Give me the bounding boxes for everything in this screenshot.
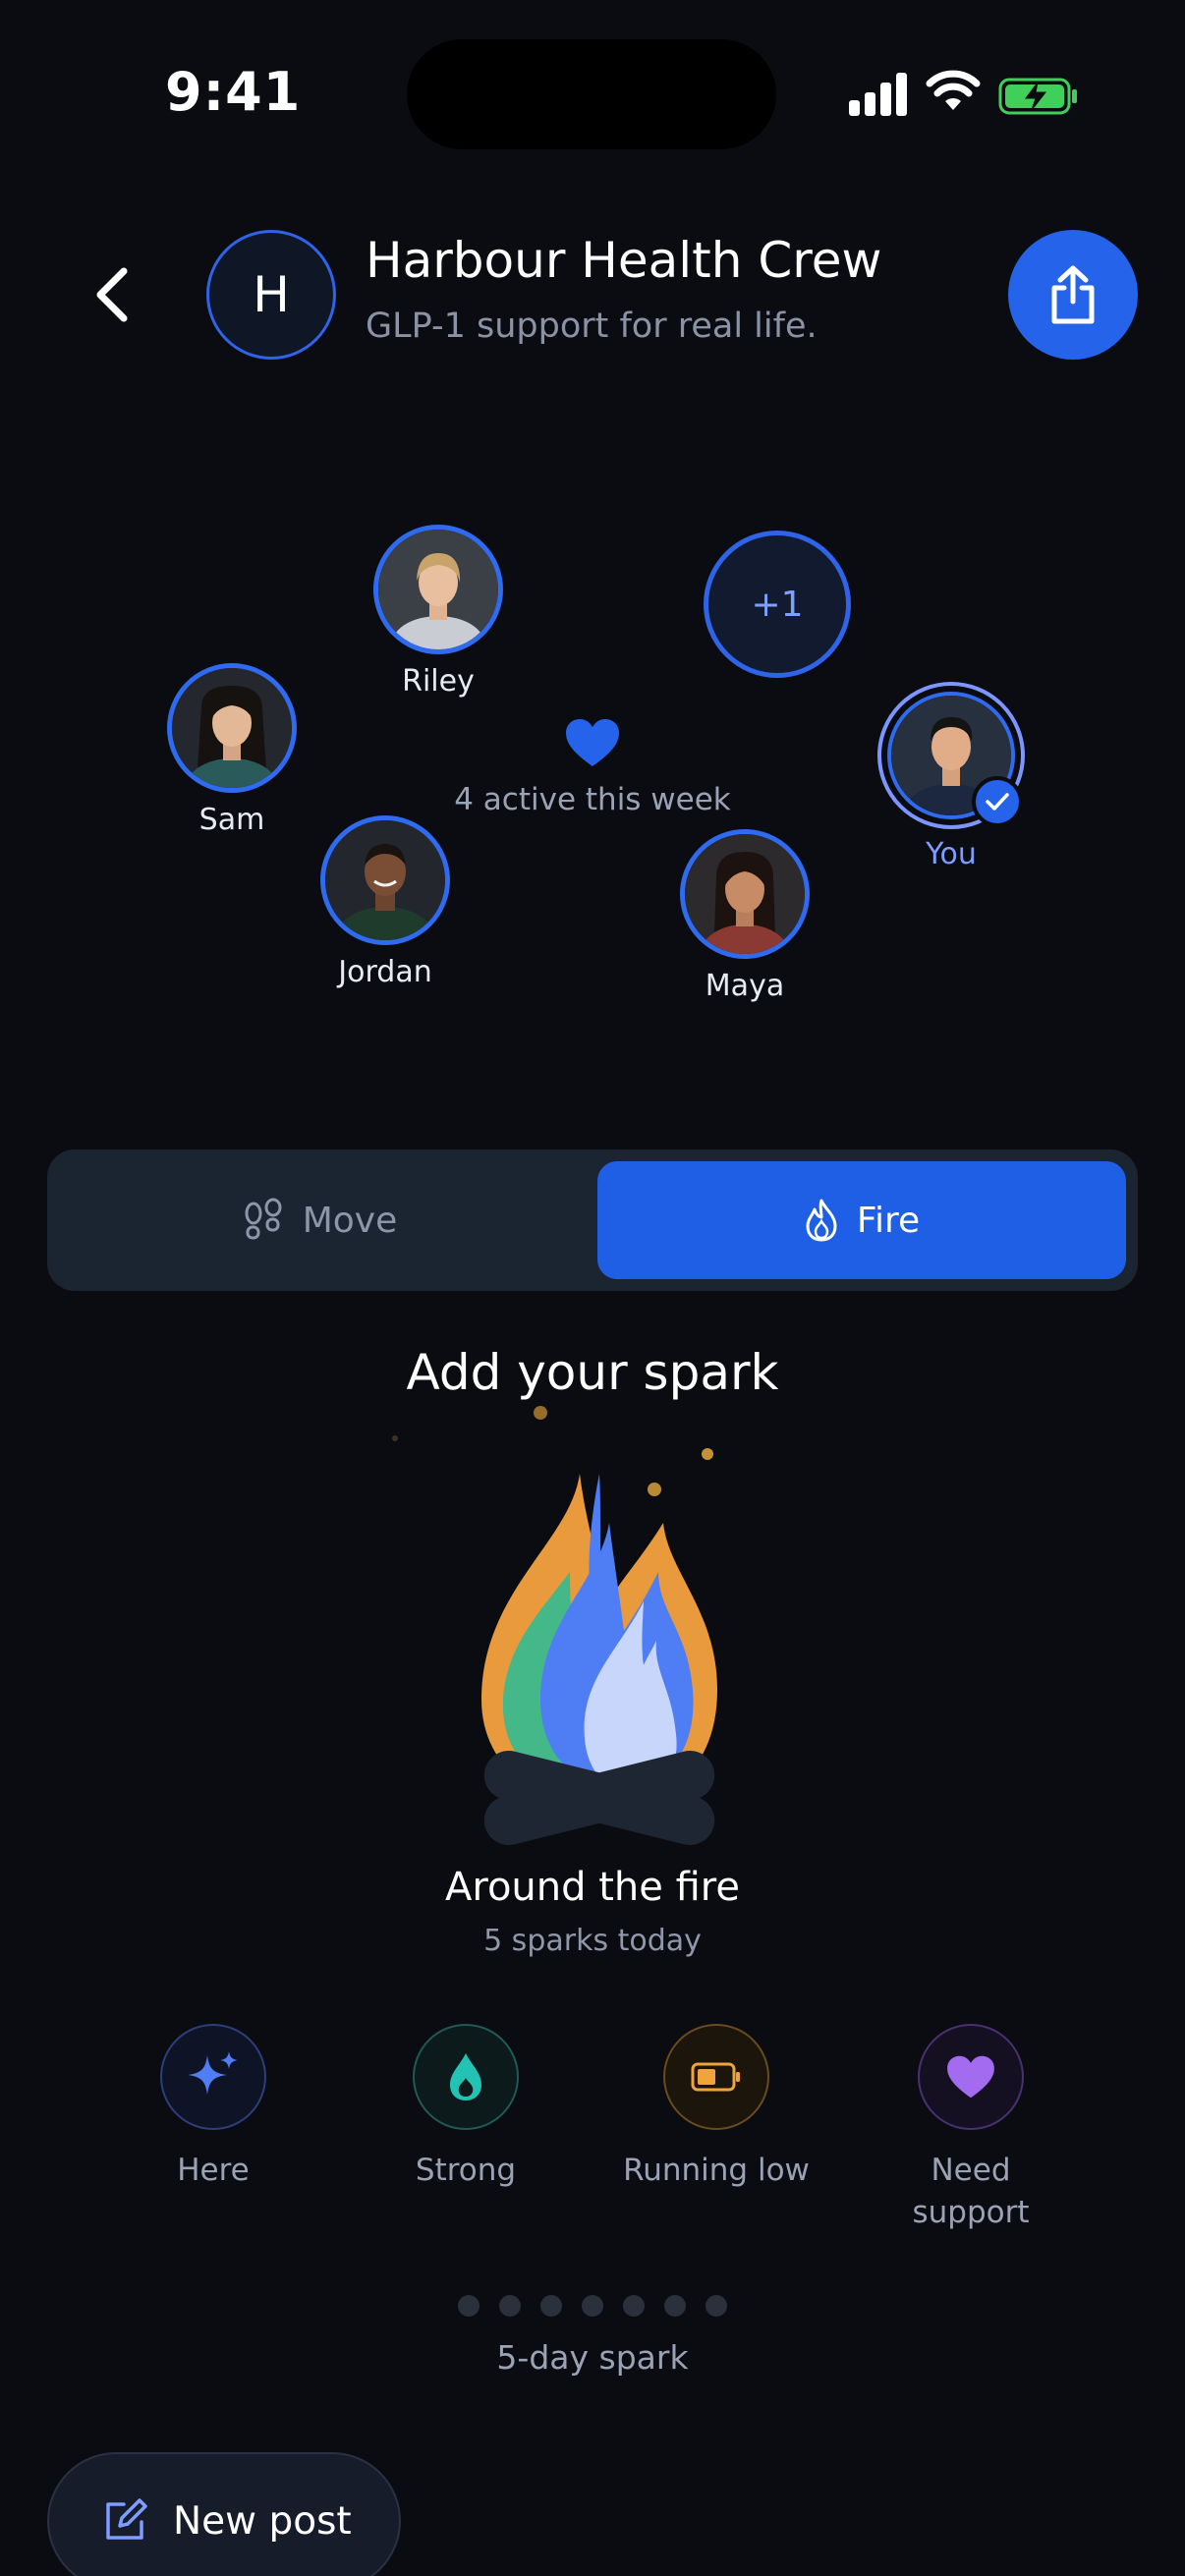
member-name: Maya [705, 969, 785, 1003]
cellular-signal-icon [849, 71, 908, 116]
wifi-icon [926, 70, 981, 110]
group-subtitle: GLP-1 support for real life. [366, 307, 818, 346]
streak-dot [664, 2295, 686, 2317]
group-title: Harbour Health Crew [366, 232, 882, 289]
new-post-button[interactable]: New post [47, 2452, 401, 2576]
fire-title: Around the fire [445, 1865, 740, 1910]
footprints-icon [245, 1198, 282, 1240]
streak-dot [499, 2295, 521, 2317]
avatar [167, 663, 297, 793]
member-name: You [926, 837, 977, 871]
mood-label: Need support [912, 2153, 1030, 2230]
sparkles-icon [160, 2024, 266, 2130]
avatar [373, 525, 503, 654]
member-maya[interactable]: Maya [680, 829, 810, 1003]
member-name: Jordan [338, 955, 432, 989]
member-name: Riley [402, 664, 475, 699]
battery-low-icon [663, 2024, 769, 2130]
group-avatar[interactable]: H [206, 230, 336, 360]
avatar [320, 815, 450, 945]
new-post-label: New post [173, 2498, 352, 2544]
heart-icon [566, 719, 619, 766]
streak-dot [540, 2295, 562, 2317]
mood-need-support[interactable]: Need support [858, 2024, 1084, 2234]
mood-strong[interactable]: Strong [353, 2024, 579, 2192]
more-members-badge[interactable]: +1 [704, 531, 851, 678]
status-time: 9:41 [165, 61, 302, 123]
streak-dot [705, 2295, 727, 2317]
streak-dots [458, 2295, 727, 2317]
toggle-fire[interactable]: Fire [597, 1161, 1126, 1279]
campfire-illustration[interactable] [423, 1395, 762, 1867]
mood-here[interactable]: Here [100, 2024, 326, 2192]
streak-label: 5-day spark [496, 2338, 689, 2377]
fire-subtitle: 5 sparks today [483, 1924, 702, 1958]
toggle-move-label: Move [302, 1200, 398, 1241]
member-you[interactable]: You [877, 682, 1025, 871]
mood-label: Strong [415, 2153, 517, 2188]
active-count-text: 4 active this week [454, 782, 731, 817]
streak-dot [623, 2295, 645, 2317]
member-riley[interactable]: Riley [373, 525, 503, 699]
toggle-fire-label: Fire [856, 1200, 921, 1241]
toggle-move[interactable]: Move [59, 1161, 580, 1279]
streak-dot [458, 2295, 480, 2317]
flame-icon [806, 1199, 837, 1242]
avatar [680, 829, 810, 959]
chevron-left-icon [96, 267, 128, 322]
member-jordan[interactable]: Jordan [320, 815, 450, 989]
compose-icon [106, 2498, 147, 2540]
back-button[interactable] [83, 257, 141, 332]
droplet-icon [413, 2024, 519, 2130]
streak-dot [582, 2295, 603, 2317]
share-icon [1051, 265, 1095, 324]
heart-icon [918, 2024, 1024, 2130]
mood-label: Here [177, 2153, 250, 2188]
share-button[interactable] [1008, 230, 1138, 360]
battery-charging-icon [998, 78, 1077, 115]
dynamic-island [407, 39, 776, 149]
mood-running-low[interactable]: Running low [603, 2024, 829, 2192]
mode-toggle: Move Fire [47, 1149, 1138, 1291]
mood-label: Running low [623, 2153, 810, 2188]
